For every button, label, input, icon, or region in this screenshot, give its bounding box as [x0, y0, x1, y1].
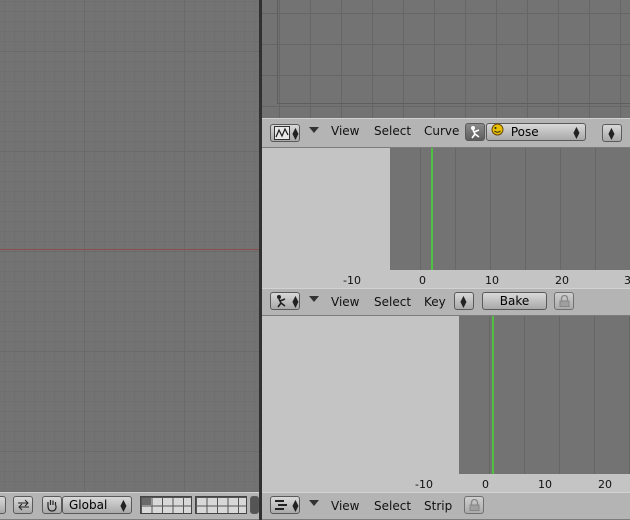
- lock-icon: [469, 498, 480, 514]
- swap-icon: [17, 499, 30, 514]
- ruler-tick: -10: [343, 274, 361, 287]
- collapse-menu-icon[interactable]: [309, 127, 319, 133]
- action-type-select[interactable]: ▲ ▼: [454, 292, 474, 310]
- swap-button[interactable]: [13, 496, 33, 514]
- nla-channel-list[interactable]: [262, 316, 459, 474]
- ruler-tick: 20: [598, 478, 612, 491]
- action-timeline[interactable]: [390, 148, 630, 270]
- pose-ball-icon: [491, 123, 504, 140]
- layer-buttons-2[interactable]: [195, 496, 247, 514]
- lock-button[interactable]: [554, 292, 574, 310]
- menu-select[interactable]: Select: [374, 499, 411, 513]
- curve-editor-icon: [274, 126, 290, 143]
- menu-select[interactable]: Select: [374, 124, 411, 138]
- nla-header: ▲ ▼ View Select Strip: [262, 492, 630, 520]
- menu-curve[interactable]: Curve: [424, 124, 459, 138]
- lock-button[interactable]: [464, 496, 484, 514]
- nla-frame-ruler: [262, 474, 630, 492]
- mode-type-button[interactable]: [465, 123, 485, 141]
- ruler-tick: 0: [482, 478, 489, 491]
- menu-view[interactable]: View: [331, 295, 359, 309]
- updown-icon: ▲ ▼: [460, 294, 467, 309]
- collapse-menu-icon[interactable]: [309, 500, 319, 506]
- nla-timeline[interactable]: [459, 316, 630, 474]
- orientation-select[interactable]: Global ▲ ▼: [62, 496, 132, 514]
- menu-key[interactable]: Key: [424, 295, 446, 309]
- current-frame-line: [492, 316, 494, 474]
- updown-icon: ▲ ▼: [120, 498, 127, 513]
- ipo-type-select[interactable]: ▲ ▼: [602, 124, 622, 142]
- menu-view[interactable]: View: [331, 124, 359, 138]
- menu-strip[interactable]: Strip: [424, 499, 452, 513]
- action-editor-icon: [274, 294, 288, 311]
- collapse-menu-icon[interactable]: [309, 296, 319, 302]
- active-layer: [142, 498, 151, 505]
- layer-lock-button[interactable]: [250, 496, 259, 514]
- nla-editor-icon: [274, 499, 288, 514]
- updown-icon: ▲ ▼: [292, 498, 299, 513]
- ruler-tick: 10: [485, 274, 499, 287]
- 3d-viewport[interactable]: [0, 0, 259, 492]
- ruler-tick: 20: [555, 274, 569, 287]
- updown-icon: ▲ ▼: [573, 125, 580, 140]
- ruler-tick: 3: [624, 274, 630, 287]
- updown-icon: ▲ ▼: [608, 126, 615, 141]
- orientation-value: Global: [69, 498, 108, 512]
- armature-mode-icon: [468, 125, 482, 142]
- view3d-header: Global ▲ ▼: [0, 492, 259, 520]
- pivot-button[interactable]: [0, 496, 6, 514]
- manipulator-button[interactable]: [42, 496, 62, 514]
- ipo-frame: [277, 0, 630, 104]
- pose-value: Pose: [510, 125, 539, 139]
- ruler-tick: -10: [415, 478, 433, 491]
- current-frame-line: [431, 148, 433, 270]
- lock-icon: [559, 294, 570, 310]
- updown-icon: ▲ ▼: [292, 294, 299, 309]
- editor-type-button[interactable]: ▲ ▼: [270, 124, 300, 142]
- menu-view[interactable]: View: [331, 499, 359, 513]
- pose-select[interactable]: Pose ▲ ▼: [486, 123, 586, 141]
- action-header: ▲ ▼ View Select Key ▲ ▼ Bake: [262, 288, 630, 316]
- bake-button[interactable]: Bake: [482, 292, 547, 310]
- layer-buttons-1[interactable]: [140, 496, 192, 514]
- menu-select[interactable]: Select: [374, 295, 411, 309]
- action-frame-ruler: [262, 270, 630, 288]
- bake-label: Bake: [499, 294, 530, 308]
- ruler-tick: 0: [419, 274, 426, 287]
- updown-icon: ▲ ▼: [292, 126, 299, 141]
- ipo-header: ▲ ▼ View Select Curve Pose ▲ ▼ ▲ ▼: [262, 118, 630, 148]
- editor-type-button[interactable]: ▲ ▼: [270, 496, 300, 514]
- x-axis-line: [0, 249, 259, 250]
- ruler-tick: 10: [538, 478, 552, 491]
- editor-type-button[interactable]: ▲ ▼: [270, 292, 300, 310]
- hand-icon: [45, 498, 59, 515]
- action-channel-list[interactable]: [262, 148, 390, 270]
